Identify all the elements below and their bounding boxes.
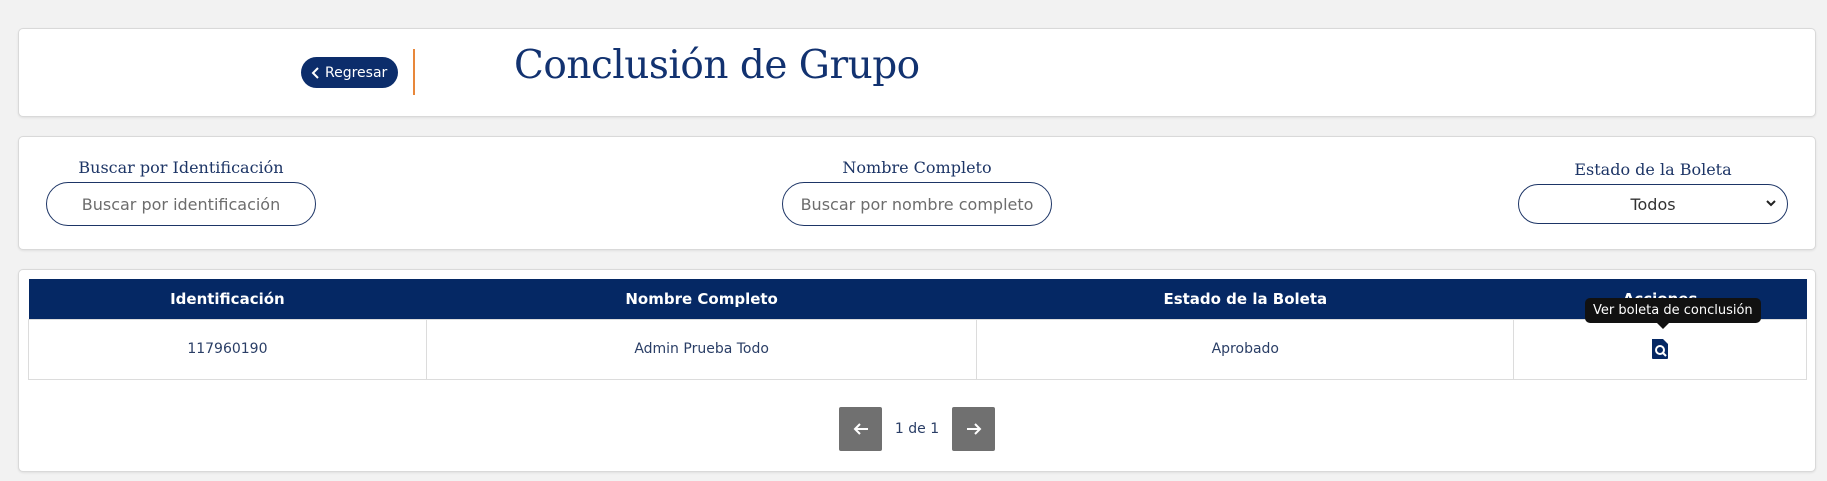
status-filter-label: Estado de la Boleta [1574,160,1732,179]
back-button[interactable]: Regresar [301,57,399,88]
next-page-button[interactable] [952,407,995,451]
cell-status: Aprobado [976,318,1515,380]
table-header-row: Identificación Nombre Completo Estado de… [28,279,1807,319]
results-table: Identificación Nombre Completo Estado de… [28,279,1807,380]
name-search-input[interactable] [782,182,1052,226]
filter-name: Nombre Completo [782,158,1052,226]
view-receipt-button[interactable] [1650,338,1670,360]
table-row: 117960190 Admin Prueba Todo Aprobado [28,318,1807,380]
id-search-input[interactable] [46,182,316,226]
filter-identification: Buscar por Identificación [46,158,316,226]
name-filter-label: Nombre Completo [842,158,992,177]
status-select-value: Todos [1630,194,1676,214]
filter-status: Estado de la Boleta Todos [1518,160,1788,224]
arrow-right-icon [966,423,981,435]
page-indicator: 1 de 1 [894,421,940,437]
id-filter-label: Buscar por Identificación [78,158,284,177]
cell-identification: 117960190 [28,318,427,380]
pagination: 1 de 1 [839,407,995,451]
column-header-status: Estado de la Boleta [1163,289,1328,308]
arrow-left-icon [853,423,868,435]
header-card: Regresar Conclusión de Grupo [18,28,1816,117]
page-title: Conclusión de Grupo [514,43,920,88]
previous-page-button[interactable] [839,407,882,451]
chevron-left-icon [311,66,319,79]
column-header-identification: Identificación [170,289,285,308]
cell-name: Admin Prueba Todo [425,318,978,380]
chevron-down-icon [1766,200,1776,207]
header-divider [413,49,415,95]
status-select[interactable]: Todos [1518,184,1788,224]
filters-card: Buscar por Identificación Nombre Complet… [18,136,1816,250]
column-header-name: Nombre Completo [625,289,778,308]
search-document-icon [1652,339,1669,359]
view-receipt-tooltip: Ver boleta de conclusión [1585,298,1761,329]
back-button-label: Regresar [325,64,388,81]
